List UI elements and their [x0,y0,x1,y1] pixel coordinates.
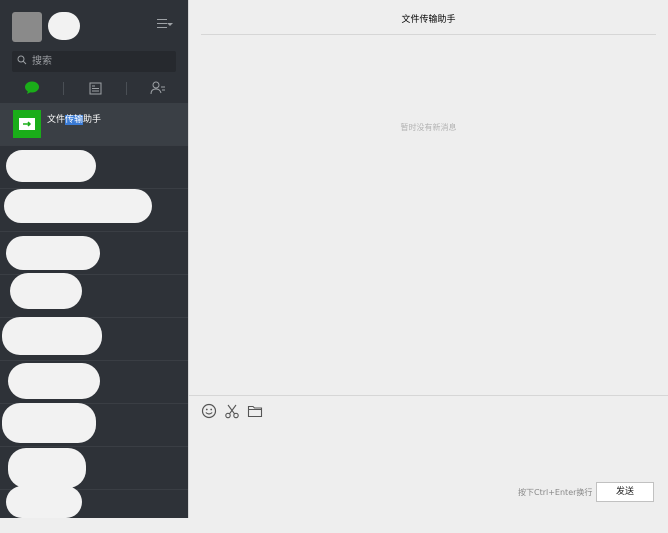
redacted-username [48,12,80,40]
chat-bubble-icon [25,81,39,94]
redacted-chat [8,363,100,399]
newline-hint: 按下Ctrl+Enter换行 [518,488,593,497]
chat-item-title: 文件传输助手 [47,115,102,125]
search-input[interactable] [32,53,170,70]
conversation-title: 文件传输助手 [401,15,456,25]
redacted-chat [6,236,100,270]
chevron-down-icon [167,23,173,26]
search-icon [17,55,27,65]
message-composer[interactable]: 按下Ctrl+Enter换行 发送 [189,395,668,519]
file-transfer-avatar [13,110,41,138]
search-box[interactable] [12,51,176,72]
sidebar-header [0,0,188,48]
emoji-icon[interactable] [201,403,217,419]
scissors-icon[interactable] [224,403,240,419]
redacted-chat [6,486,82,518]
wechat-window: 文件传输助手 文件传输助手 暂时没有新消息 [0,0,668,518]
tab-contacts[interactable] [127,78,189,98]
user-avatar[interactable] [12,12,42,42]
redacted-chat [8,448,86,488]
redacted-chat [4,189,152,223]
chat-list: 文件传输助手 [0,103,188,518]
folder-arrow-icon [19,118,35,130]
redacted-chat [2,317,102,355]
document-icon [89,82,101,94]
empty-messages-text: 暂时没有新消息 [400,123,457,132]
contacts-icon [150,81,165,95]
redacted-chat [6,150,96,182]
redacted-chat [10,273,82,309]
redacted-chat [2,403,96,443]
send-button[interactable]: 发送 [596,482,654,502]
tab-chats[interactable] [1,78,63,98]
chat-item-file-transfer[interactable]: 文件传输助手 [0,103,188,146]
selected-text: 传输 [65,115,84,125]
folder-icon[interactable] [247,403,263,419]
title-divider [201,34,656,35]
menu-icon[interactable] [157,19,173,31]
sidebar-tabs [0,78,188,100]
conversation-panel: 文件传输助手 暂时没有新消息 按下Ctrl+Enter换行 发送 [189,0,668,518]
tab-articles[interactable] [64,78,126,98]
sidebar: 文件传输助手 [0,0,188,518]
